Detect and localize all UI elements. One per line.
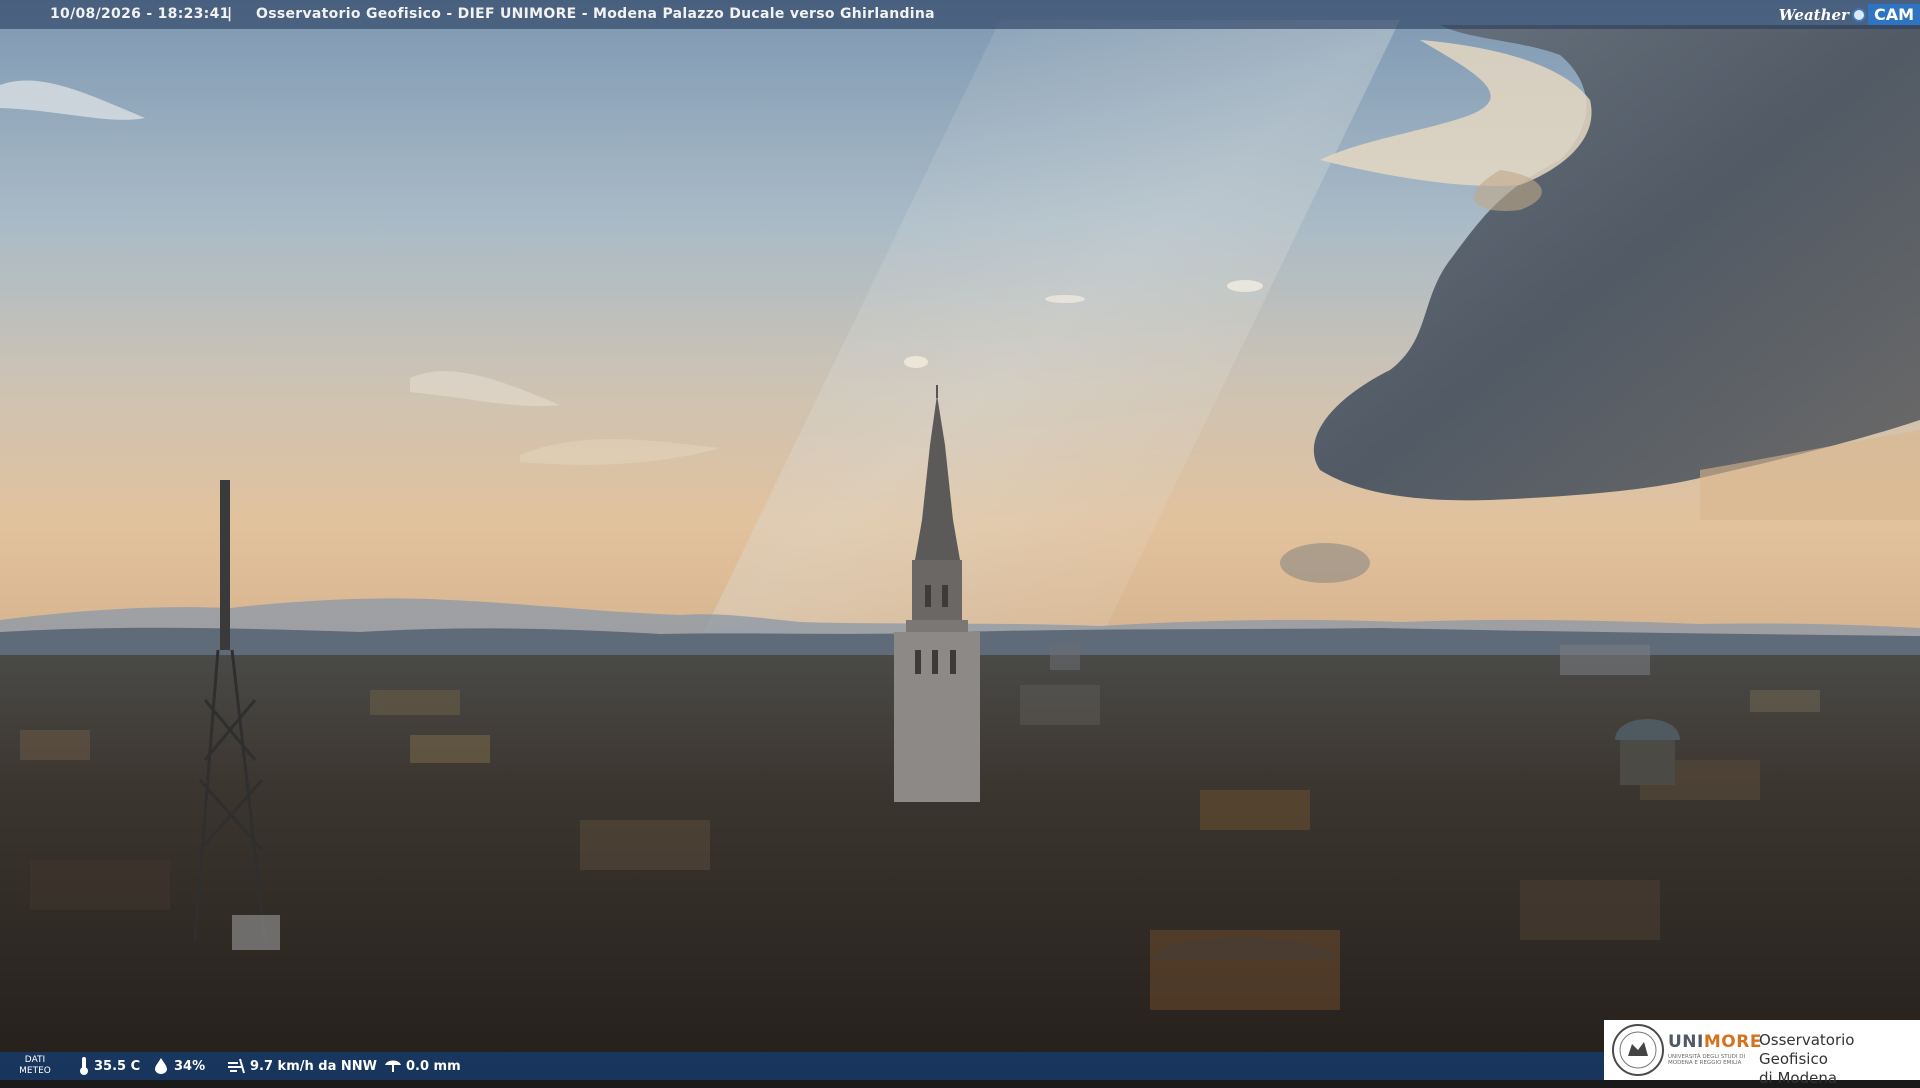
rain-item: 0.0 mm [384, 1052, 461, 1080]
temperature-value: 35.5 C [94, 1058, 141, 1074]
observatory-line1: Osservatorio Geofisico [1759, 1031, 1855, 1068]
unimore-logo-panel: UNIMORE UNIVERSITÀ DEGLI STUDI DI MODENA… [1604, 1020, 1920, 1087]
temperature-item: 35.5 C [78, 1052, 140, 1080]
observatory-line2: di Modena [1759, 1069, 1838, 1087]
webcam-photo [0, 0, 1920, 1080]
separator: | [227, 6, 233, 22]
thermometer-icon [80, 1057, 88, 1075]
weather-label: DATI METEO [18, 1055, 52, 1077]
unimore-wordmark: UNIMORE [1668, 1032, 1762, 1052]
unimore-seal [1612, 1024, 1664, 1076]
weather-label-line1: DATI [24, 1055, 46, 1065]
rain-umbrella-icon [385, 1060, 401, 1072]
rain-value: 0.0 mm [406, 1058, 461, 1074]
unimore-subtitle: UNIVERSITÀ DEGLI STUDI DI MODENA E REGGI… [1668, 1054, 1746, 1066]
humidity-drop-icon [155, 1058, 167, 1074]
humidity-value: 34% [174, 1058, 206, 1074]
timestamp: 10/08/2026 - 18:23:41 [50, 6, 230, 22]
brand-dot-icon [1851, 7, 1866, 22]
wind-item: 9.7 km/h da NNW [226, 1052, 377, 1080]
wind-icon [228, 1058, 245, 1074]
weathercam-logo: Weather CAM [1779, 0, 1920, 29]
observatory-name: Osservatorio Geofisico di Modena [1759, 1031, 1920, 1088]
weather-data-bar: DATI METEO 35.5 C 34% 9.7 km/h da NNW 0.… [0, 1052, 1604, 1080]
camera-title: Osservatorio Geofisico - DIEF UNIMORE - … [256, 6, 935, 22]
brand-cam-text: CAM [1867, 4, 1920, 25]
humidity-item: 34% [152, 1052, 205, 1080]
weather-label-line2: METEO [19, 1066, 51, 1076]
wind-value: 9.7 km/h da NNW [250, 1058, 377, 1074]
brand-weather-text: Weather [1778, 5, 1849, 24]
webcam-info-bar: 10/08/2026 - 18:23:41 | Osservatorio Geo… [0, 0, 1920, 29]
